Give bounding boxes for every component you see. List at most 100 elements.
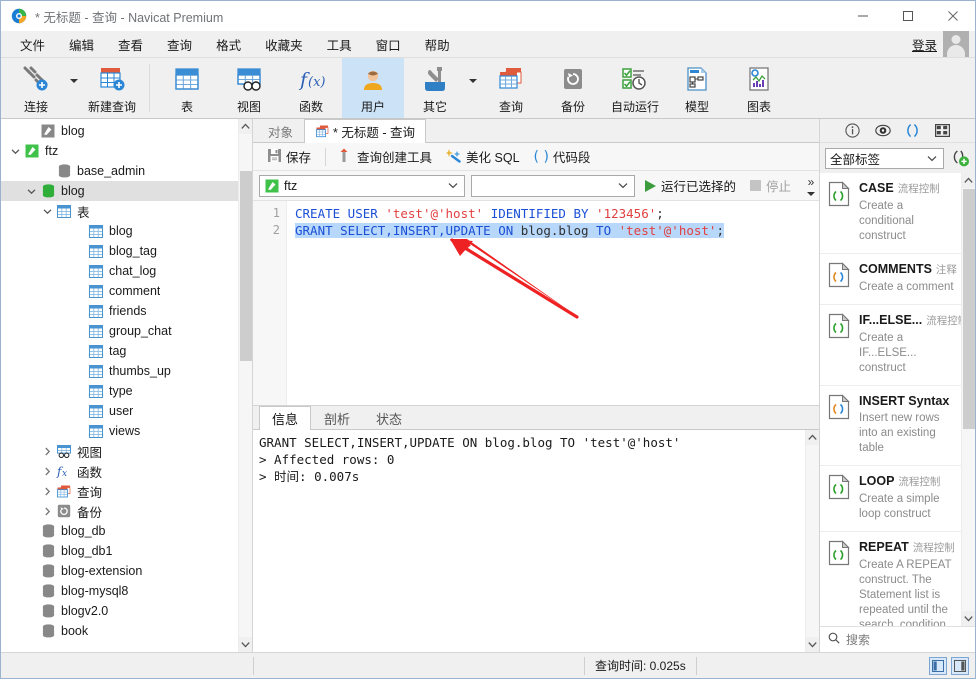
menu-tools[interactable]: 工具 — [316, 32, 363, 57]
snippet-item[interactable]: COMMENTS 注释 Create a comment — [820, 254, 961, 305]
menu-help[interactable]: 帮助 — [414, 32, 461, 57]
chevron-down-icon[interactable] — [23, 188, 39, 195]
scroll-thumb[interactable] — [963, 189, 975, 429]
chevron-down-icon[interactable] — [614, 182, 632, 189]
chevron-down-icon[interactable] — [39, 208, 55, 215]
ribbon-table[interactable]: 表 — [156, 58, 218, 118]
connection-dropdown[interactable] — [67, 58, 81, 118]
snippet-item[interactable]: IF...ELSE...流程控制 Create a IF...ELSE... co… — [820, 305, 961, 386]
sql-code-area[interactable]: CREATE USER 'test'@'host' IDENTIFIED BY … — [287, 201, 819, 405]
snippet-item[interactable]: LOOP 流程控制 Create a simple loop construct — [820, 466, 961, 532]
tree-item[interactable]: blogv2.0 — [1, 601, 238, 621]
chevron-right-icon[interactable] — [39, 487, 55, 496]
ribbon-connection[interactable]: 连接 — [5, 58, 67, 118]
ribbon-user[interactable]: 用户 — [342, 58, 404, 118]
tab-objects[interactable]: 对象 — [257, 119, 304, 142]
tree-item[interactable]: book — [1, 621, 238, 641]
menu-format[interactable]: 格式 — [205, 32, 252, 57]
chevron-right-icon[interactable] — [39, 447, 55, 456]
tag-filter-select[interactable]: 全部标签 — [825, 147, 944, 169]
tree-item[interactable]: 备份 — [1, 501, 238, 521]
avatar[interactable] — [943, 31, 969, 57]
sql-editor[interactable]: 12 CREATE USER 'test'@'host' IDENTIFIED … — [253, 201, 819, 406]
maximize-button[interactable] — [885, 1, 930, 31]
menu-file[interactable]: 文件 — [9, 32, 56, 57]
code-snippet-button[interactable]: ( ) 代码段 — [528, 145, 597, 168]
snippet-search[interactable]: 搜索 — [820, 626, 975, 652]
connection-select[interactable]: ftz — [259, 174, 465, 197]
run-selected-button[interactable]: 运行已选择的 — [641, 174, 740, 197]
ribbon-chart[interactable]: 图表 — [728, 58, 790, 118]
tree-item[interactable]: views — [1, 421, 238, 441]
tree-item[interactable]: blog — [1, 121, 238, 141]
menu-favorites[interactable]: 收藏夹 — [254, 32, 314, 57]
snippet-icon[interactable] — [905, 123, 921, 139]
menu-window[interactable]: 窗口 — [365, 32, 412, 57]
ribbon-new-query[interactable]: 新建查询 — [81, 58, 143, 118]
add-snippet-icon[interactable] — [950, 148, 970, 168]
query-builder-button[interactable]: 查询创建工具 — [334, 145, 438, 168]
ribbon-other[interactable]: 其它 — [404, 58, 466, 118]
chevron-down-icon[interactable] — [923, 155, 941, 162]
info-icon[interactable] — [845, 123, 861, 139]
menu-edit[interactable]: 编辑 — [58, 32, 105, 57]
scroll-up-icon[interactable] — [962, 173, 975, 188]
database-tree[interactable]: blog ftz base_admin blog 表 blog blog_tag chat_l… — [1, 119, 238, 652]
tree-item[interactable]: blog — [1, 221, 238, 241]
tree-item[interactable]: tag — [1, 341, 238, 361]
scroll-down-icon[interactable] — [962, 611, 975, 626]
toggle-left-pane-button[interactable] — [929, 656, 947, 675]
tree-item[interactable]: friends — [1, 301, 238, 321]
ribbon-model[interactable]: 模型 — [666, 58, 728, 118]
tab-profile[interactable]: 剖析 — [311, 406, 363, 429]
snippet-scrollbar[interactable] — [961, 173, 975, 626]
tree-item[interactable]: comment — [1, 281, 238, 301]
result-scrollbar[interactable] — [805, 430, 819, 652]
database-select[interactable] — [471, 174, 635, 197]
snippet-item[interactable]: INSERT Syntax Insert new rows into an exi… — [820, 386, 961, 466]
tree-item[interactable]: blog_tag — [1, 241, 238, 261]
preview-icon[interactable] — [874, 123, 891, 139]
close-button[interactable] — [930, 1, 975, 31]
tree-item[interactable]: blog — [1, 181, 238, 201]
tree-item[interactable]: thumbs_up — [1, 361, 238, 381]
scroll-up-icon[interactable] — [806, 430, 819, 445]
sql-line[interactable]: CREATE USER 'test'@'host' IDENTIFIED BY … — [295, 205, 819, 222]
save-button[interactable]: 保存 — [261, 145, 317, 168]
tree-item[interactable]: blog-extension — [1, 561, 238, 581]
scroll-thumb[interactable] — [240, 171, 252, 361]
tab-query[interactable]: * 无标题 - 查询 — [304, 119, 426, 143]
menu-query[interactable]: 查询 — [156, 32, 203, 57]
toggle-right-pane-button[interactable] — [951, 656, 969, 675]
tree-item[interactable]: base_admin — [1, 161, 238, 181]
ribbon-query[interactable]: 查询 — [480, 58, 542, 118]
snippet-item[interactable]: CASE 流程控制 Create a conditional construct — [820, 173, 961, 254]
menu-view[interactable]: 查看 — [107, 32, 154, 57]
grid-icon[interactable] — [935, 123, 951, 139]
tab-info[interactable]: 信息 — [259, 406, 312, 430]
toolbar-overflow-button[interactable]: » — [807, 171, 815, 201]
ribbon-automation[interactable]: 自动运行 — [604, 58, 666, 118]
tree-item[interactable]: blog_db — [1, 521, 238, 541]
scroll-down-icon[interactable] — [806, 637, 819, 652]
chevron-down-icon[interactable] — [444, 182, 462, 189]
login-link[interactable]: 登录 — [912, 35, 937, 54]
tree-item[interactable]: ftz — [1, 141, 238, 161]
tab-status[interactable]: 状态 — [363, 406, 415, 429]
beautify-sql-button[interactable]: 美化 SQL — [440, 145, 526, 168]
chevron-right-icon[interactable] — [39, 467, 55, 476]
tree-item[interactable]: type — [1, 381, 238, 401]
scroll-down-icon[interactable] — [239, 637, 252, 652]
chevron-right-icon[interactable] — [39, 507, 55, 516]
ribbon-view[interactable]: 视图 — [218, 58, 280, 118]
minimize-button[interactable] — [840, 1, 885, 31]
tree-item[interactable]: f x 函数 — [1, 461, 238, 481]
tree-item[interactable]: user — [1, 401, 238, 421]
tree-item[interactable]: group_chat — [1, 321, 238, 341]
snippet-item[interactable]: REPEAT 流程控制 Create A REPEAT construct. The… — [820, 532, 961, 626]
chevron-down-icon[interactable] — [7, 148, 23, 155]
sql-line[interactable]: GRANT SELECT,INSERT,UPDATE ON blog.blog … — [295, 222, 819, 239]
tree-item[interactable]: chat_log — [1, 261, 238, 281]
scroll-up-icon[interactable] — [239, 119, 252, 134]
tree-scrollbar[interactable] — [238, 119, 252, 652]
